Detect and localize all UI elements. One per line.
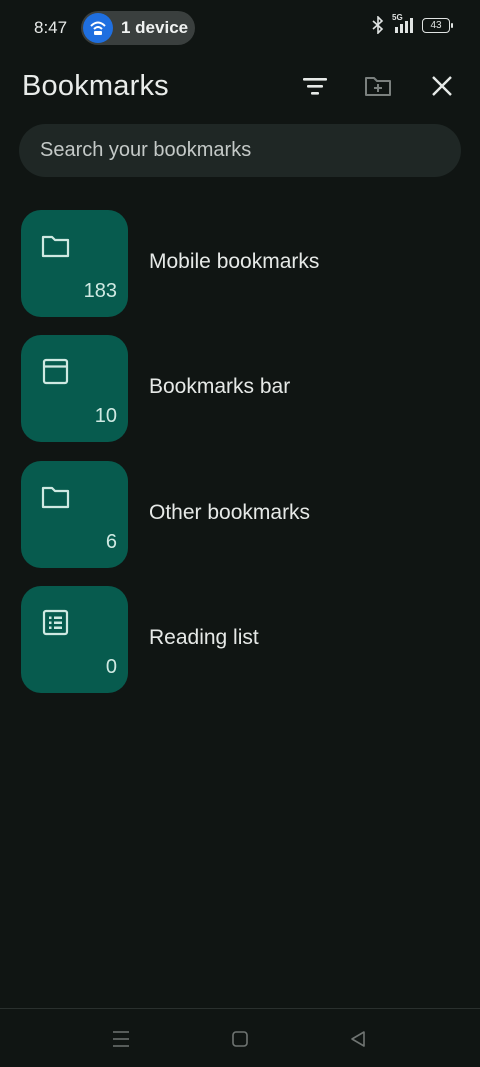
search-input[interactable]: Search your bookmarks	[19, 124, 461, 177]
recents-button[interactable]	[106, 1024, 136, 1054]
folder-name: Reading list	[149, 626, 259, 649]
battery-icon: 43	[422, 17, 453, 33]
folder-name: Other bookmarks	[149, 501, 311, 524]
folder-name: Mobile bookmarks	[149, 250, 320, 273]
bluetooth-icon	[372, 16, 384, 34]
folder-icon	[41, 486, 70, 509]
status-bar: 8:47 1 device 5G 43	[0, 0, 480, 56]
folder-count: 10	[94, 405, 117, 427]
folder-row-mobile-bookmarks[interactable]: 183 Mobile bookmarks	[0, 210, 480, 318]
back-button[interactable]	[343, 1024, 373, 1054]
close-icon[interactable]	[422, 66, 462, 106]
reading-list-icon	[42, 609, 69, 636]
folder-tile: 6	[21, 461, 128, 568]
hotspot-chip[interactable]: 1 device	[81, 11, 195, 45]
menu-icon	[113, 1031, 129, 1047]
home-button[interactable]	[225, 1024, 255, 1054]
new-folder-icon[interactable]	[358, 66, 398, 106]
folder-tile: 10	[21, 335, 128, 442]
search-placeholder: Search your bookmarks	[40, 139, 252, 161]
window-icon	[42, 358, 69, 385]
folder-count: 0	[105, 656, 117, 678]
folder-tile: 0	[21, 586, 128, 693]
folder-count: 6	[105, 531, 117, 553]
hotspot-icon	[83, 13, 113, 43]
status-icons: 5G 43	[372, 13, 453, 34]
folder-row-reading-list[interactable]: 0 Reading list	[0, 586, 480, 694]
folder-tile: 183	[21, 210, 128, 317]
app-bar: Bookmarks	[0, 56, 480, 120]
square-icon	[232, 1031, 248, 1047]
status-time: 8:47	[34, 18, 68, 37]
folder-row-bookmarks-bar[interactable]: 10 Bookmarks bar	[0, 335, 480, 443]
folder-row-other-bookmarks[interactable]: 6 Other bookmarks	[0, 461, 480, 569]
nav-divider	[0, 1008, 480, 1009]
folder-count: 183	[83, 280, 117, 302]
back-triangle-icon	[351, 1031, 365, 1047]
hotspot-label: 1 device	[121, 18, 189, 37]
folder-icon	[41, 235, 70, 258]
signal-icon: 5G	[392, 13, 414, 34]
folder-name: Bookmarks bar	[149, 375, 291, 398]
filter-icon[interactable]	[295, 66, 335, 106]
page-title: Bookmarks	[22, 70, 169, 102]
